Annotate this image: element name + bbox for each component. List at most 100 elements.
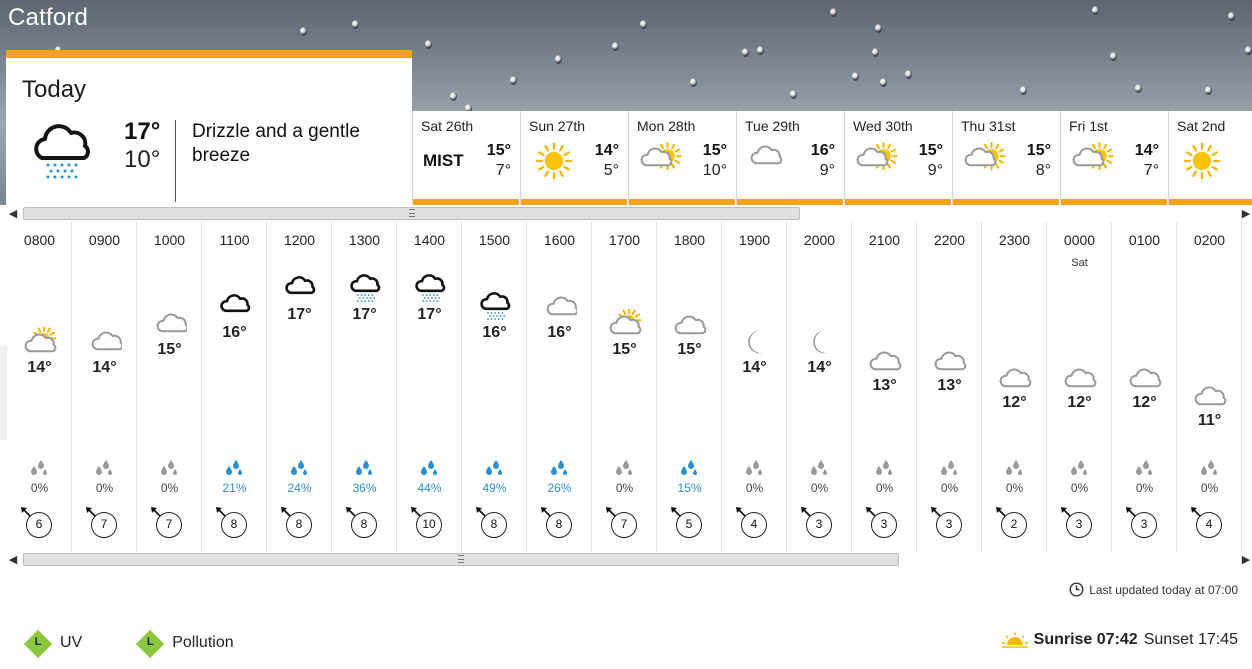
hour-temp: 12° [1002,394,1027,412]
day-low-temp: 10° [702,162,727,179]
raindrops-icon [161,460,177,475]
hour-time: 1100 [219,232,250,248]
moon-cloud-icon [933,345,967,375]
rain-chance: 0% [875,481,894,495]
rain-chance: 0% [810,481,829,495]
wind-speed-value: 7 [156,512,182,538]
wind-speed-value: 3 [871,512,897,538]
hour-temp: 17° [417,306,442,323]
hour-column[interactable]: 1200 17° 24% 8 [267,222,332,552]
wind-speed-value: 3 [806,512,832,538]
hour-column[interactable]: 0200 11° 0% 4 [1177,222,1242,552]
rain-chance: 44% [417,481,442,495]
hour-time: 0100 [1128,232,1161,248]
raindrop [830,8,837,17]
raindrops-icon [811,460,827,475]
wind-speed-value: 8 [481,512,507,538]
hour-column[interactable]: 0800 14° 0% 6 [7,222,72,552]
wind-speed-value: 6 [26,512,52,538]
hour-temp: 13° [937,376,962,394]
day-tab[interactable]: Wed 30th 15° 9° [844,111,951,205]
raindrop [1110,52,1117,61]
hour-column[interactable]: 1700 15° 0% 7 [592,222,657,552]
hour-temp: 15° [157,341,182,359]
day-name: Sun 27th [529,118,586,134]
raindrop [300,27,307,36]
pollution-index[interactable]: L Pollution [136,629,234,659]
drizzle-cloud-icon [478,291,512,322]
hour-time: 1200 [283,232,316,248]
day-tab[interactable]: Sun 27th 14° 5° [520,111,627,205]
hour-column[interactable]: 2300 12° 0% 2 [982,222,1047,552]
cloud-icon [153,309,189,339]
day-tab[interactable]: Mon 28th 15° 10° [628,111,735,205]
hour-column[interactable]: 1900 14° 0% 4 [722,222,787,552]
hour-time: 0900 [88,232,121,248]
hour-column[interactable]: 1300 17° 36% 8 [332,222,397,552]
hour-column[interactable]: 2000 14° 0% 3 [787,222,852,552]
pollution-level-badge: L [136,629,165,659]
hour-column[interactable]: 1400 17° 44% 10 [397,222,462,552]
pollution-label: Pollution [172,634,234,651]
day-tab[interactable]: Fri 1st 14° 7° [1060,111,1167,205]
wind-speed: 8 [281,507,312,538]
wind-speed-value: 8 [546,512,572,538]
day-low-temp: 7° [495,162,511,179]
hour-column[interactable]: 1500 16° 49% 8 [462,222,527,552]
wind-speed-value: 3 [1066,512,1092,538]
divider [175,120,176,202]
hour-temp: 15° [612,341,637,359]
day-tab[interactable]: Thu 31st 15° 8° [952,111,1059,205]
hour-time: 2000 [803,232,836,248]
raindrop [352,20,359,29]
hour-temp: 16° [222,323,247,341]
hourly-scrollbar[interactable]: ◀ ▶ [7,551,1252,567]
hour-column[interactable]: 2100 13° 0% 3 [852,222,917,552]
last-updated: Last updated today at 07:00 [1069,582,1238,597]
raindrop [425,40,432,49]
rain-chance: 0% [95,481,114,495]
hour-column[interactable]: 1000 15° 0% 7 [137,222,202,552]
daily-scrollbar[interactable]: ◀ ▶ [7,205,1252,221]
raindrops-icon [681,460,697,475]
raindrops-icon [96,460,112,475]
wind-speed-value: 8 [221,512,247,538]
wind-speed: 8 [346,507,377,538]
hourly-scroll-thumb[interactable] [23,553,899,566]
day-tab[interactable]: Tue 29th 16° 9° [736,111,843,205]
rain-chance: 0% [1070,481,1089,495]
rain-chance: 0% [940,481,959,495]
hour-temp: 12° [1067,394,1092,412]
scroll-left-icon[interactable]: ◀ [7,553,19,566]
wind-speed: 7 [86,507,117,538]
today-card[interactable]: Today 17° 10° Drizzle and a gentle breez… [6,50,412,205]
today-high-temp: 17° [124,118,161,145]
hour-column[interactable]: 1100 16° 21% 8 [202,222,267,552]
environment-indices: L UV L Pollution [23,629,274,659]
hour-column[interactable]: 1600 16° 26% 8 [527,222,592,552]
wind-speed-value: 4 [741,512,767,538]
raindrops-icon [1201,460,1217,475]
hour-column[interactable]: 2200 13° 0% 3 [917,222,982,552]
uv-index[interactable]: L UV [23,629,82,659]
scroll-right-icon[interactable]: ▶ [1240,553,1252,566]
hour-column[interactable]: 1800 15° 15% 5 [657,222,722,552]
raindrops-icon [1136,460,1152,475]
raindrops-icon [226,460,242,475]
raindrop [757,46,764,55]
rain-chance: 26% [547,481,572,495]
day-tab[interactable]: Sat 2nd1 [1168,111,1252,205]
wind-speed: 8 [541,507,572,538]
raindrops-icon [421,460,437,475]
cloud-icon [283,274,317,304]
hour-column[interactable]: 0000 Sat 12° 0% 3 [1047,222,1112,552]
moon-cloud-icon [1128,362,1162,392]
hour-column[interactable]: 0900 14° 0% 7 [72,222,137,552]
hour-temp: 16° [482,323,507,341]
scroll-right-icon[interactable]: ▶ [1240,207,1252,220]
scroll-left-icon[interactable]: ◀ [7,207,19,220]
daily-scroll-thumb[interactable] [23,207,800,220]
day-tab[interactable]: Sat 26th MIST 15° 7° [412,111,519,205]
hour-column[interactable]: 0100 12° 0% 3 [1112,222,1177,552]
day-high-temp: 15° [918,142,943,159]
